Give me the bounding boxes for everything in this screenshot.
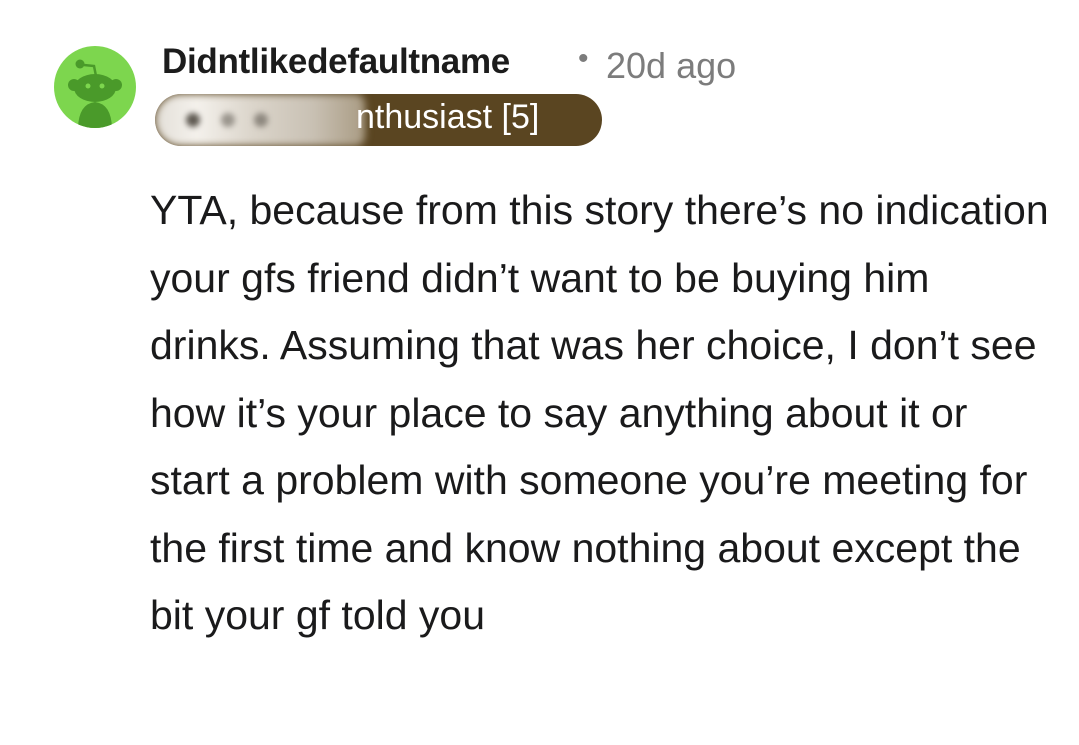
avatar[interactable] <box>54 46 136 128</box>
comment-body: YTA, because from this story there’s no … <box>150 187 1049 638</box>
flair-text: nthusiast [5] <box>356 98 540 136</box>
timestamp: 20d ago <box>606 45 737 86</box>
flair-redaction-dots <box>186 113 268 127</box>
reddit-snoo-icon <box>68 59 122 128</box>
separator-dot: • <box>578 42 589 75</box>
comment: Didntlikedefaultname • 20d ago nthusiast… <box>0 0 1079 745</box>
username[interactable]: Didntlikedefaultname <box>162 42 510 82</box>
